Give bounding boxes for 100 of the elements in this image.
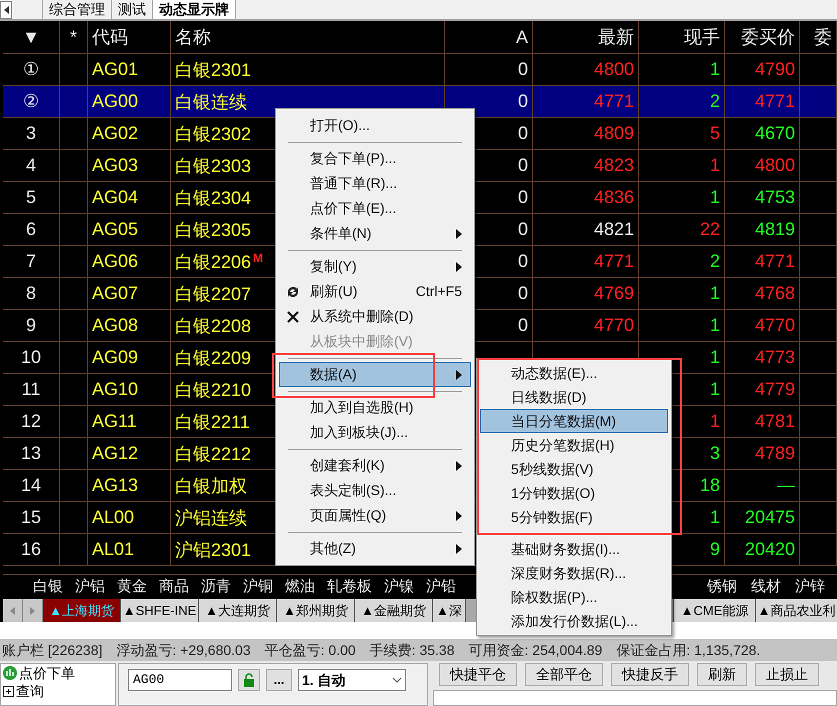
row-number: 4 bbox=[26, 154, 36, 177]
category-link[interactable]: 线材 bbox=[751, 576, 781, 598]
table-row[interactable]: ② AG00 白银连续 0 4771 2 4771 bbox=[3, 86, 837, 118]
more-button[interactable]: ... bbox=[266, 669, 292, 691]
menu-item[interactable]: 加入到自选股(H) bbox=[279, 395, 471, 420]
scroll-right-button[interactable] bbox=[23, 599, 43, 622]
row-number: ① bbox=[23, 58, 39, 81]
action-button[interactable]: 刷新 bbox=[697, 663, 747, 686]
table-cell-text: AG00 bbox=[92, 90, 138, 113]
table-cell-text: 0 bbox=[518, 90, 528, 113]
table-cell-text: AL00 bbox=[92, 506, 134, 529]
code-field[interactable]: AG00 bbox=[128, 669, 232, 691]
market-tab[interactable]: ▲CME能源 bbox=[673, 599, 755, 622]
market-tab[interactable]: ▲上海期货 bbox=[43, 599, 121, 622]
menu-item[interactable]: 添加发行价数据(L)... bbox=[480, 609, 668, 633]
market-tab[interactable]: ▲深 bbox=[433, 599, 466, 622]
market-tab[interactable]: ▲SHFE-INE bbox=[121, 599, 199, 622]
table-cell-text: 1 bbox=[710, 154, 720, 177]
column-header: * bbox=[70, 26, 77, 48]
row-number: 5 bbox=[26, 186, 36, 209]
menu-item[interactable]: 日线数据(D) bbox=[480, 385, 668, 409]
menu-item[interactable]: 当日分笔数据(M) bbox=[480, 409, 668, 433]
menu-item[interactable]: 5秒线数据(V) bbox=[480, 457, 668, 481]
market-tab[interactable]: ▲大连期货 bbox=[199, 599, 277, 622]
table-cell-text: 5 bbox=[710, 122, 720, 145]
menu-item[interactable]: 历史分笔数据(H) bbox=[480, 433, 668, 457]
table-cell-text: 4819 bbox=[754, 218, 795, 241]
tree-item[interactable]: 查询 bbox=[3, 682, 115, 700]
table-cell-text: AG12 bbox=[92, 442, 138, 465]
category-link[interactable]: 白银 bbox=[33, 576, 63, 598]
menu-item[interactable]: 普通下单(R)... bbox=[279, 171, 471, 196]
row-number: 15 bbox=[20, 506, 42, 529]
menu-item[interactable]: 数据(A) bbox=[279, 362, 471, 387]
scroll-left-button[interactable] bbox=[0, 1, 12, 19]
menu-item[interactable]: 创建套利(K) bbox=[279, 453, 471, 478]
submenu-arrow-icon bbox=[456, 228, 462, 238]
status-text: 平仓盈亏: 0.00 bbox=[264, 640, 356, 660]
table-cell-text: 4823 bbox=[594, 154, 634, 177]
column-header: 委 bbox=[814, 26, 832, 48]
table-cell-text: 白银2304 bbox=[175, 187, 252, 210]
menu-item[interactable]: 复制(Y) bbox=[279, 254, 471, 279]
menu-item[interactable]: 条件单(N) bbox=[279, 221, 471, 246]
lock-button[interactable] bbox=[238, 669, 260, 691]
status-text: 可用资金: 254,004.89 bbox=[468, 640, 602, 660]
menu-item[interactable]: 加入到板块(J)... bbox=[279, 420, 471, 445]
table-cell-text: AG01 bbox=[92, 58, 138, 81]
category-link[interactable]: 沪铅 bbox=[426, 576, 456, 598]
column-header: 现手 bbox=[684, 26, 720, 48]
menu-item[interactable]: 表头定制(S)... bbox=[279, 478, 471, 503]
market-tab[interactable]: ▲商品农业利 bbox=[755, 599, 837, 622]
menu-item[interactable]: 深度财务数据(R)... bbox=[480, 561, 668, 585]
menu-item[interactable]: 从系统中删除(D) bbox=[279, 304, 471, 329]
table-cell-text: 9 bbox=[710, 538, 720, 561]
menu-item[interactable]: 点价下单(E)... bbox=[279, 196, 471, 221]
table-cell-text: 0 bbox=[518, 122, 528, 145]
mode-select[interactable]: 1. 自动 bbox=[298, 669, 406, 691]
category-link[interactable]: 沪铝 bbox=[75, 576, 105, 598]
table-cell-text: 2 bbox=[710, 250, 720, 273]
menu-item[interactable]: 除权数据(P)... bbox=[480, 585, 668, 609]
table-cell-text: 3 bbox=[710, 442, 720, 465]
table-cell-text: 白银2212 bbox=[175, 443, 252, 466]
menu-item[interactable]: 复合下单(P)... bbox=[279, 146, 471, 171]
action-button[interactable]: 全部平仓 bbox=[525, 663, 603, 686]
category-link[interactable]: 燃油 bbox=[285, 576, 315, 598]
category-link[interactable]: 沪铜 bbox=[243, 576, 273, 598]
row-number: 3 bbox=[26, 122, 36, 145]
category-link[interactable]: 沥青 bbox=[201, 576, 231, 598]
table-cell-text: 1 bbox=[710, 346, 720, 369]
market-tab[interactable]: ▲金融期货 bbox=[355, 599, 433, 622]
table-cell-text: 沪铝连续 bbox=[175, 507, 247, 530]
table-cell-text: 20420 bbox=[744, 538, 795, 561]
action-button[interactable]: 快捷平仓 bbox=[439, 663, 517, 686]
action-button[interactable]: 止损止 bbox=[755, 663, 819, 686]
category-link[interactable]: 轧卷板 bbox=[327, 576, 372, 598]
action-button[interactable]: 快捷反手 bbox=[611, 663, 689, 686]
market-tab[interactable]: ▲郑州期货 bbox=[277, 599, 355, 622]
table-cell-text: 4809 bbox=[594, 122, 634, 145]
category-link[interactable]: 沪锌 bbox=[795, 576, 825, 598]
menu-item[interactable]: 其他(Z) bbox=[279, 536, 471, 561]
menu-item[interactable]: 1分钟数据(O) bbox=[480, 481, 668, 505]
menu-item[interactable]: 5分钟数据(F) bbox=[480, 505, 668, 529]
category-link[interactable]: 商品 bbox=[159, 576, 189, 598]
category-link[interactable]: 黄金 bbox=[117, 576, 147, 598]
tree-item[interactable]: 点价下单 bbox=[3, 664, 115, 682]
table-cell-text: AG06 bbox=[92, 250, 138, 273]
tab[interactable]: 综合管理 bbox=[42, 0, 111, 19]
close-icon bbox=[286, 310, 300, 324]
row-number: 12 bbox=[20, 410, 42, 433]
menu-item[interactable]: 页面属性(Q) bbox=[279, 503, 471, 528]
table-cell-text: 4821 bbox=[594, 218, 634, 241]
tab[interactable]: 动态显示牌 bbox=[152, 0, 236, 19]
table-cell-text: 1 bbox=[710, 378, 720, 401]
table-cell-text: 20475 bbox=[744, 506, 795, 529]
table-cell-text: 1 bbox=[710, 410, 720, 433]
menu-item[interactable]: 基础财务数据(I)... bbox=[480, 537, 668, 561]
category-link[interactable]: 沪镍 bbox=[384, 576, 414, 598]
category-link[interactable]: 锈钢 bbox=[707, 576, 737, 598]
row-number: 16 bbox=[20, 538, 42, 561]
menu-item[interactable]: 刷新(U) Ctrl+F5 bbox=[279, 279, 471, 304]
table-cell-text: AG11 bbox=[92, 410, 137, 433]
